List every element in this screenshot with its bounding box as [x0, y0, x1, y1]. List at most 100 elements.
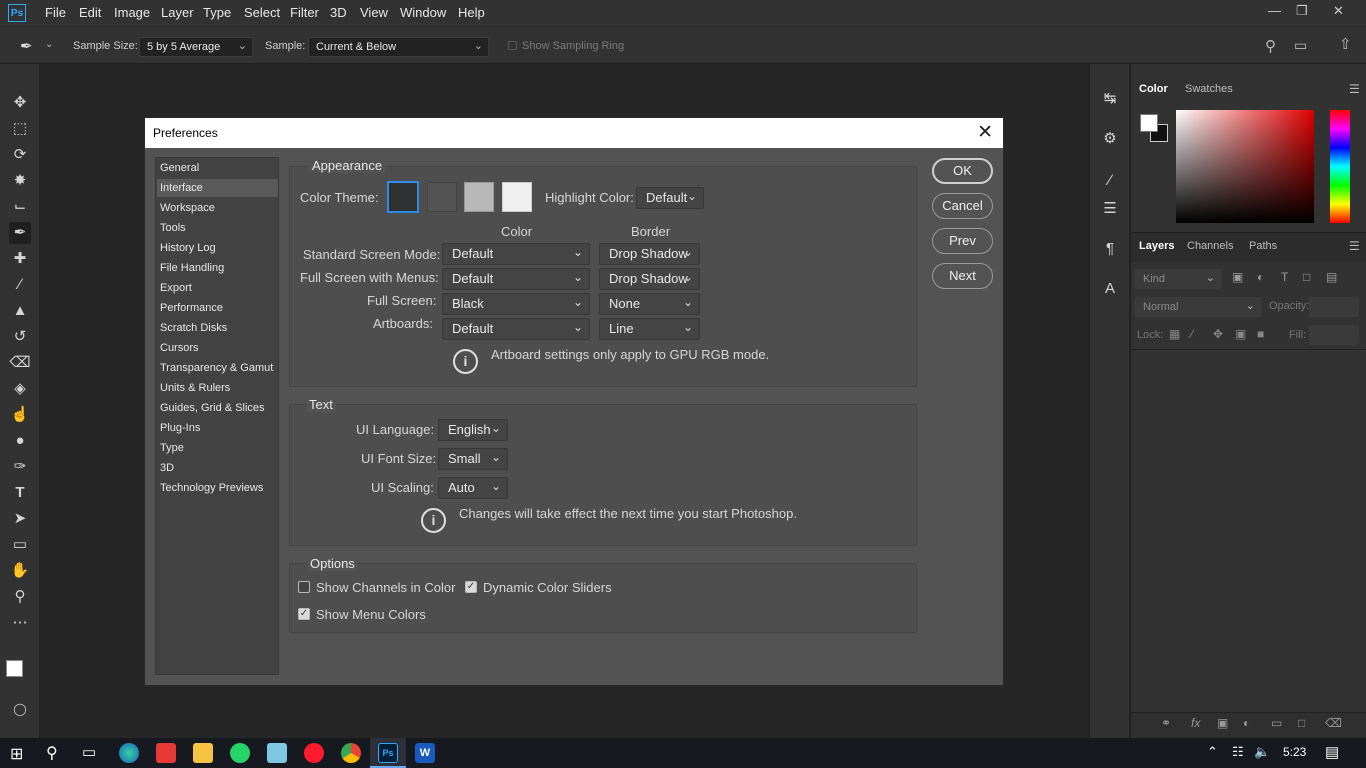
tab-color[interactable]: Color — [1139, 83, 1168, 95]
tab-layers[interactable]: Layers — [1139, 240, 1174, 252]
sample-size-select[interactable]: 5 by 5 Average ⌄ — [139, 37, 253, 57]
category-interface[interactable]: Interface — [157, 179, 278, 197]
task-view-icon[interactable]: ▭ — [82, 743, 96, 761]
fx-icon[interactable]: fx — [1191, 716, 1200, 730]
chrome-icon[interactable] — [341, 743, 361, 763]
color-fg-swatch[interactable] — [1140, 114, 1158, 132]
quick-select-tool-icon[interactable]: ✸ — [9, 170, 31, 192]
channels-in-color-checkbox[interactable] — [298, 581, 310, 593]
category-3d[interactable]: 3D — [160, 462, 174, 474]
full-screen-menus-border-select[interactable]: Drop Shadow ⌄ — [599, 268, 700, 290]
menu-type[interactable]: Type — [203, 5, 231, 20]
lock-position-icon[interactable]: ✥ — [1213, 327, 1223, 341]
lock-all-icon[interactable]: ■ — [1257, 327, 1264, 341]
menu-edit[interactable]: Edit — [79, 5, 101, 20]
artboards-border-select[interactable]: Line ⌄ — [599, 318, 700, 340]
brush-panel-icon[interactable]: ∕ — [1099, 170, 1121, 192]
layer-kind-filter[interactable]: Kind ⌄ — [1135, 269, 1221, 289]
category-transparency-gamut[interactable]: Transparency & Gamut — [160, 362, 273, 374]
sample-select[interactable]: Current & Below ⌄ — [308, 37, 489, 57]
ui-scaling-select[interactable]: Auto ⌄ — [438, 477, 508, 499]
eraser-tool-icon[interactable]: ⌫ — [9, 352, 31, 374]
history-brush-tool-icon[interactable]: ↺ — [9, 326, 31, 348]
folder-icon[interactable]: ▭ — [1271, 716, 1282, 730]
hand-tool-icon[interactable]: ✋ — [9, 560, 31, 582]
word-icon[interactable]: W — [415, 743, 435, 763]
mask-icon[interactable]: ▣ — [1217, 716, 1228, 730]
menu-layer[interactable]: Layer — [161, 5, 194, 20]
notepad-icon[interactable] — [267, 743, 287, 763]
category-history-log[interactable]: History Log — [160, 242, 216, 254]
opacity-input[interactable] — [1309, 297, 1359, 317]
close-window-icon[interactable]: ✕ — [1333, 3, 1344, 19]
adjustment-filter-icon[interactable]: ◐ — [1257, 270, 1264, 284]
tab-channels[interactable]: Channels — [1187, 240, 1233, 252]
category-tools[interactable]: Tools — [160, 222, 186, 234]
category-workspace[interactable]: Workspace — [160, 202, 215, 214]
smudge-tool-icon[interactable]: ☝ — [9, 404, 31, 426]
rectangle-tool-icon[interactable]: ▭ — [9, 534, 31, 556]
menu-filter[interactable]: Filter — [290, 5, 319, 20]
color-field[interactable] — [1176, 110, 1314, 223]
lock-brush-icon[interactable]: ∕ — [1191, 327, 1193, 341]
ui-font-size-select[interactable]: Small ⌄ — [438, 448, 508, 470]
more-tools-icon[interactable]: ⋯ — [9, 612, 31, 634]
restore-icon[interactable]: ❐ — [1296, 3, 1308, 19]
artboards-color-select[interactable]: Default ⌄ — [442, 318, 590, 340]
properties-panel-icon[interactable]: ⚙ — [1099, 128, 1121, 150]
standard-screen-border-select[interactable]: Drop Shadow ⌄ — [599, 243, 700, 265]
lock-pixels-icon[interactable]: ▦ — [1169, 327, 1180, 341]
file-explorer-icon[interactable] — [193, 743, 213, 763]
trash-icon[interactable]: ⌫ — [1325, 716, 1342, 730]
menu-help[interactable]: Help — [458, 5, 485, 20]
adjustment-layer-icon[interactable]: ◐ — [1243, 716, 1250, 730]
dodge-tool-icon[interactable]: ● — [9, 430, 31, 452]
category-guides-grid-slices[interactable]: Guides, Grid & Slices — [160, 402, 265, 414]
lock-artboard-icon[interactable]: ▣ — [1235, 327, 1246, 341]
notifications-icon[interactable]: ▤ — [1325, 743, 1339, 761]
hue-slider[interactable] — [1330, 110, 1350, 223]
new-layer-icon[interactable]: □ — [1298, 716, 1305, 730]
link-layers-icon[interactable]: ⚭ — [1161, 716, 1171, 730]
quick-mask-icon[interactable]: ◯ — [9, 698, 31, 720]
close-icon[interactable]: ✕ — [977, 121, 993, 144]
windows-start-icon[interactable]: ⊞ — [10, 744, 23, 764]
foreground-color-swatch[interactable] — [6, 660, 23, 677]
standard-screen-color-select[interactable]: Default ⌄ — [442, 243, 590, 265]
category-technology-previews[interactable]: Technology Previews — [160, 482, 263, 494]
panel-menu-icon[interactable]: ☰ — [1349, 82, 1360, 96]
sampling-ring-checkbox[interactable] — [508, 41, 517, 50]
workspace-icon[interactable]: ▭ — [1294, 37, 1307, 54]
edge-icon[interactable] — [119, 743, 139, 763]
menu-colors-checkbox[interactable]: ✓ — [298, 608, 310, 620]
move-tool-icon[interactable]: ✥ — [9, 92, 31, 114]
lasso-tool-icon[interactable]: ⟳ — [9, 144, 31, 166]
history-panel-icon[interactable]: ↹ — [1099, 88, 1121, 110]
clock[interactable]: 5:23 — [1283, 745, 1306, 759]
category-file-handling[interactable]: File Handling — [160, 262, 224, 274]
search-icon[interactable]: ⚲ — [1265, 37, 1276, 55]
paint-bucket-tool-icon[interactable]: ◈ — [9, 378, 31, 400]
cancel-button[interactable]: Cancel — [932, 193, 993, 219]
menu-image[interactable]: Image — [114, 5, 150, 20]
tab-swatches[interactable]: Swatches — [1185, 83, 1233, 95]
category-performance[interactable]: Performance — [160, 302, 223, 314]
path-select-tool-icon[interactable]: ➤ — [9, 508, 31, 530]
type-tool-icon[interactable]: T — [9, 482, 31, 504]
ok-button[interactable]: OK — [932, 158, 993, 184]
whatsapp-icon[interactable] — [230, 743, 250, 763]
share-icon[interactable]: ⇧ — [1339, 35, 1352, 53]
blend-mode-select[interactable]: Normal ⌄ — [1135, 297, 1261, 317]
category-cursors[interactable]: Cursors — [160, 342, 199, 354]
menu-window[interactable]: Window — [400, 5, 446, 20]
tab-paths[interactable]: Paths — [1249, 240, 1277, 252]
menu-select[interactable]: Select — [244, 5, 280, 20]
brush-tool-icon[interactable]: ∕ — [9, 274, 31, 296]
ui-language-select[interactable]: English ⌄ — [438, 419, 508, 441]
full-screen-menus-color-select[interactable]: Default ⌄ — [442, 268, 590, 290]
shape-filter-icon[interactable]: □ — [1303, 270, 1310, 284]
volume-icon[interactable]: 🔈 — [1254, 744, 1270, 760]
theme-medium-dark-swatch[interactable] — [427, 182, 457, 212]
category-type[interactable]: Type — [160, 442, 184, 454]
minimize-icon[interactable]: — — [1268, 3, 1281, 18]
